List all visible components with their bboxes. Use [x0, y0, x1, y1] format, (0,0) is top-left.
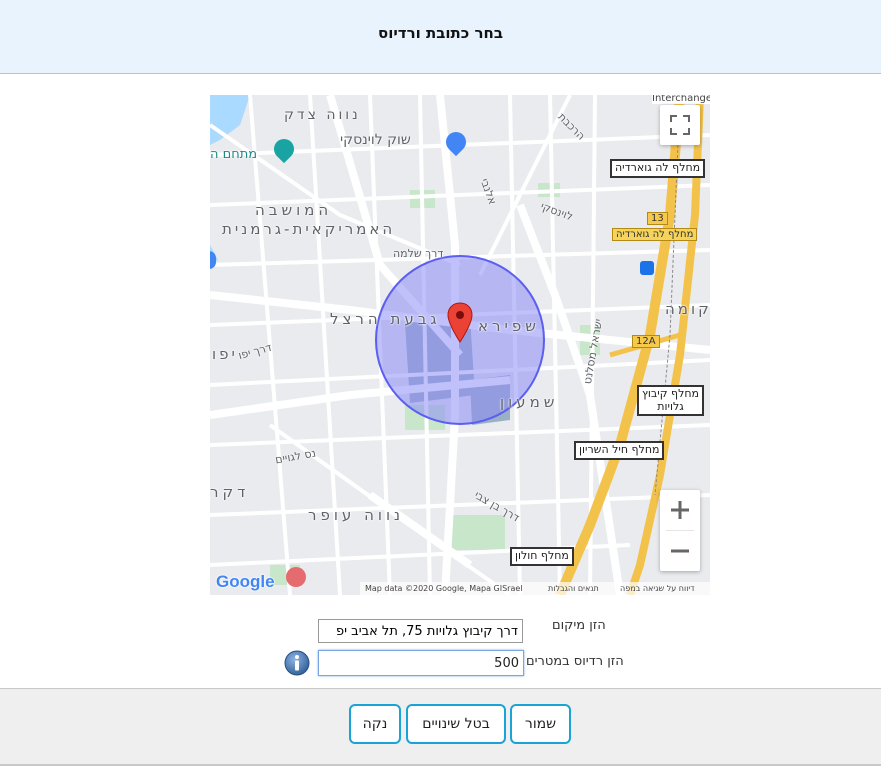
map-label-derech: דקר: [210, 483, 250, 501]
map-label-tkuma: תקומה: [665, 300, 710, 318]
map-label-gvat-herzl: גבעת הרצל: [330, 310, 441, 328]
zoom-out-button[interactable]: [660, 531, 700, 571]
google-logo[interactable]: Google: [216, 572, 275, 592]
minus-icon: [671, 549, 689, 553]
sign-holon: מחלף חולון: [510, 547, 574, 566]
route-13-badge: 13: [647, 212, 668, 225]
map-label-german-american: האמריקאית-גרמנית: [222, 220, 396, 238]
terms-link[interactable]: תנאים והגבלות: [548, 582, 599, 595]
clear-button[interactable]: נקה: [349, 704, 401, 744]
plus-icon: [671, 501, 689, 519]
location-input[interactable]: [318, 619, 523, 643]
dialog-header: בחר כתובת ורדיוס: [0, 0, 881, 74]
radius-input[interactable]: [318, 650, 524, 676]
map-label-interchange: Interchange: [652, 95, 710, 104]
map[interactable]: שוק לוינסקי נווה צדק המושבה האמריקאית-גר…: [210, 95, 710, 595]
map-label-derech-shlomo: דרך שלמה: [393, 247, 444, 260]
map-label-shuk-levinsky: שוק לוינסקי: [340, 132, 411, 148]
sign-kibbutz-galuyot: מחלף קיבוץ גלויות: [637, 385, 704, 417]
map-label-mitcham: מתחם ה: [210, 147, 258, 162]
map-label-neve-ofer: נווה עופר: [308, 506, 405, 524]
dialog-title: בחר כתובת ורדיוס: [378, 24, 503, 42]
sign-heil-hashiryon: מחלף חיל השריון: [574, 441, 665, 460]
map-label-neve-tzedek: נווה צדק: [284, 107, 361, 123]
fullscreen-button[interactable]: [660, 105, 700, 145]
zoom-in-button[interactable]: [660, 490, 700, 530]
religious-site-icon: [286, 567, 306, 587]
map-attribution: Map data ©2020 Google, Mapa GISrael תנאי…: [360, 582, 710, 595]
sign-la-guardia-top: מחלף לה גוארדיה: [610, 159, 706, 178]
map-label-hamoshava: המושבה: [255, 201, 333, 219]
fullscreen-icon: [670, 115, 690, 135]
map-label-shimon: שמעון: [500, 393, 559, 411]
cancel-changes-button[interactable]: בטל שינויים: [406, 704, 506, 744]
map-label-shapira: שפירא: [478, 317, 540, 335]
zoom-control: [660, 490, 700, 571]
sign-la-guardia-yellow: מחלף לה גוארדיה: [612, 228, 698, 241]
radius-label: הזן רדיוס במטרים: [526, 654, 624, 669]
map-data-attribution: Map data ©2020 Google, Mapa GISrael: [365, 584, 523, 593]
map-label-yafo: יפו: [212, 345, 238, 363]
route-12a-badge: 12A: [632, 335, 660, 348]
location-label: הזן מיקום: [552, 618, 606, 633]
info-icon[interactable]: [284, 650, 310, 676]
report-error-link[interactable]: דיווח על שגיאה במפה: [620, 582, 695, 595]
train-station-icon: [640, 261, 654, 275]
map-marker-icon[interactable]: [447, 302, 473, 344]
save-button[interactable]: שמור: [510, 704, 571, 744]
